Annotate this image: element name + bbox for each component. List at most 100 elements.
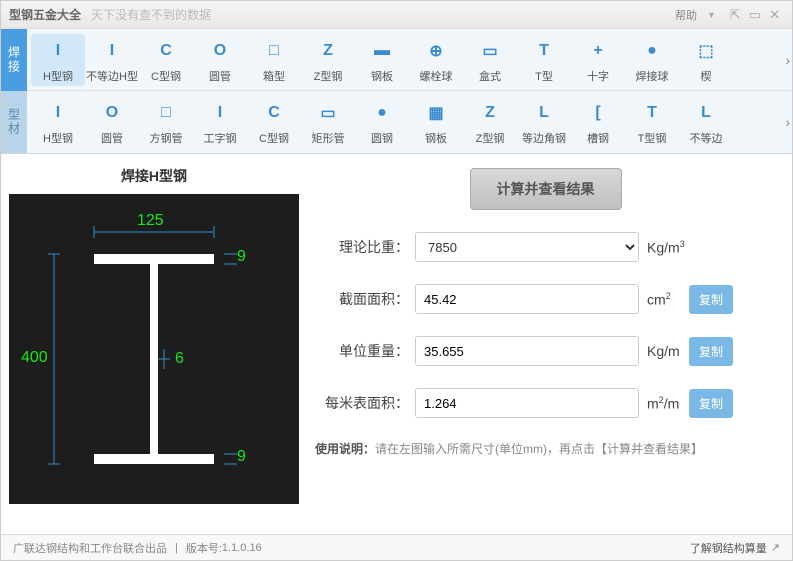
- toolbar-label: 钢板: [371, 68, 393, 84]
- shape-icon: I: [43, 98, 73, 128]
- close-icon[interactable]: ✕: [769, 7, 780, 23]
- h-beam-svg: [9, 194, 299, 504]
- weight-input[interactable]: [415, 336, 639, 366]
- footer-version-label: 版本号:: [186, 540, 222, 556]
- toolbar-item[interactable]: C C型钢: [247, 96, 301, 148]
- toolbar-label: 十字: [587, 68, 609, 84]
- weight-label: 单位重量：: [315, 341, 415, 361]
- dim-web[interactable]: 6: [175, 350, 184, 368]
- h-beam-diagram[interactable]: 125 400 6 9 9: [9, 194, 299, 504]
- help-dropdown-icon[interactable]: ▼: [707, 10, 716, 20]
- usage-note: 使用说明：请在左图输入所需尺寸(单位mm)，再点击【计算并查看结果】: [315, 440, 776, 457]
- copy-area-button[interactable]: 复制: [689, 285, 733, 314]
- dim-flange-top[interactable]: 9: [237, 248, 246, 266]
- shape-icon: I: [205, 98, 235, 128]
- side-tab-profile[interactable]: 型材: [1, 91, 27, 153]
- toolbar-label: 等边角钢: [522, 130, 566, 146]
- toolbar-item[interactable]: I H型钢: [31, 96, 85, 148]
- shape-icon: O: [205, 36, 235, 66]
- toolbar-label: 圆钢: [371, 130, 393, 146]
- status-bar: 广联达钢结构和工作台联合出品 | 版本号: 1.1.0.16 了解钢结构算量 ↗: [1, 534, 792, 560]
- toolbar-item[interactable]: [ 槽钢: [571, 96, 625, 148]
- toolbar-item[interactable]: CC型钢: [139, 34, 193, 86]
- shape-icon: L: [529, 98, 559, 128]
- dim-width[interactable]: 125: [137, 212, 164, 230]
- toolbar: 焊接 型材 IH型钢I不等边H型CC型钢O圆管□箱型ZZ型钢▬钢板⊕螺栓球▭盒式…: [1, 29, 792, 154]
- minimize-icon[interactable]: ▭: [749, 7, 761, 23]
- toolbar-item[interactable]: Z Z型钢: [463, 96, 517, 148]
- toolbar-item[interactable]: O圆管: [85, 96, 139, 148]
- toolbar-label: T型: [535, 68, 553, 84]
- toolbar-label: 螺栓球: [420, 68, 453, 84]
- toolbar-item[interactable]: O 圆管: [193, 34, 247, 86]
- surface-label: 每米表面积：: [315, 393, 415, 413]
- toolbar-item[interactable]: ●焊接球: [625, 34, 679, 86]
- toolbar-item[interactable]: ⊕ 螺栓球: [409, 34, 463, 86]
- area-input[interactable]: [415, 284, 639, 314]
- pin-icon[interactable]: ⇱: [730, 7, 741, 23]
- toolbar-label: T型钢: [638, 130, 667, 146]
- toolbar-label: C型钢: [259, 130, 289, 146]
- toolbar-row-2: I H型钢 O圆管□方钢管I工字钢 C C型钢 ▭ 矩形管 ●圆钢 ▦ 钢板 Z Z型钢 L 等边角钢 [ 槽…: [27, 91, 792, 153]
- scroll-right-icon[interactable]: ›: [785, 114, 790, 130]
- toolbar-label: Z型钢: [476, 130, 505, 146]
- toolbar-item[interactable]: □方钢管: [139, 96, 193, 148]
- titlebar: 型钢五金大全 天下没有查不到的数据 帮助 ▼ ⇱ ▭ ✕: [1, 1, 792, 29]
- toolbar-label: H型钢: [43, 130, 73, 146]
- side-tab-welding[interactable]: 焊接: [1, 29, 27, 91]
- scroll-right-icon[interactable]: ›: [785, 52, 790, 68]
- area-unit: cm2: [639, 291, 689, 308]
- toolbar-item[interactable]: L 等边角钢: [517, 96, 571, 148]
- external-icon[interactable]: ↗: [771, 541, 780, 554]
- shape-icon: [: [583, 98, 613, 128]
- surface-input[interactable]: [415, 388, 639, 418]
- toolbar-item[interactable]: + 十字: [571, 34, 625, 86]
- calculate-button[interactable]: 计算并查看结果: [470, 168, 622, 210]
- toolbar-label: 钢板: [425, 130, 447, 146]
- shape-icon: C: [259, 98, 289, 128]
- toolbar-label: 圆管: [209, 68, 231, 84]
- dim-flange-bot[interactable]: 9: [237, 448, 246, 466]
- toolbar-item[interactable]: I不等边H型: [85, 34, 139, 86]
- copy-surface-button[interactable]: 复制: [689, 389, 733, 418]
- copy-weight-button[interactable]: 复制: [689, 337, 733, 366]
- dim-height[interactable]: 400: [21, 349, 48, 367]
- toolbar-item[interactable]: ⬚楔: [679, 34, 733, 86]
- toolbar-item[interactable]: IH型钢: [31, 34, 85, 86]
- toolbar-label: 矩形管: [312, 130, 345, 146]
- density-select[interactable]: 7850: [415, 232, 639, 262]
- toolbar-label: H型钢: [43, 68, 73, 84]
- shape-icon: ▭: [313, 98, 343, 128]
- toolbar-item[interactable]: I工字钢: [193, 96, 247, 148]
- toolbar-item[interactable]: TT型钢: [625, 96, 679, 148]
- toolbar-item[interactable]: ▭ 矩形管: [301, 96, 355, 148]
- toolbar-label: 箱型: [263, 68, 285, 84]
- shape-icon: Z: [313, 36, 343, 66]
- shape-icon: ▭: [475, 36, 505, 66]
- shape-icon: ▦: [421, 98, 451, 128]
- toolbar-label: 槽钢: [587, 130, 609, 146]
- footer-link[interactable]: 了解钢结构算量: [690, 540, 767, 556]
- toolbar-item[interactable]: □箱型: [247, 34, 301, 86]
- toolbar-label: Z型钢: [314, 68, 343, 84]
- shape-icon: Z: [475, 98, 505, 128]
- results-pane: 计算并查看结果 理论比重： 7850 Kg/m3 截面面积： cm2 复制 单位…: [307, 154, 792, 533]
- weight-unit: Kg/m: [639, 343, 689, 359]
- shape-icon: C: [151, 36, 181, 66]
- toolbar-item[interactable]: ▭ 盒式: [463, 34, 517, 86]
- footer-credit: 广联达钢结构和工作台联合出品: [13, 540, 167, 556]
- toolbar-item[interactable]: ●圆钢: [355, 96, 409, 148]
- toolbar-item[interactable]: L不等边: [679, 96, 733, 148]
- toolbar-item[interactable]: ▬钢板: [355, 34, 409, 86]
- shape-icon: L: [691, 98, 721, 128]
- toolbar-item[interactable]: TT型: [517, 34, 571, 86]
- toolbar-label: 盒式: [479, 68, 501, 84]
- help-menu[interactable]: 帮助: [675, 7, 697, 23]
- footer-version: 1.1.0.16: [222, 542, 262, 554]
- shape-icon: +: [583, 36, 613, 66]
- toolbar-item[interactable]: Z Z型钢: [301, 34, 355, 86]
- toolbar-item[interactable]: ▦ 钢板: [409, 96, 463, 148]
- shape-icon: ⊕: [421, 36, 451, 66]
- shape-icon: ●: [637, 36, 667, 66]
- diagram-pane: 焊接H型钢 125 400 6 9: [1, 154, 307, 533]
